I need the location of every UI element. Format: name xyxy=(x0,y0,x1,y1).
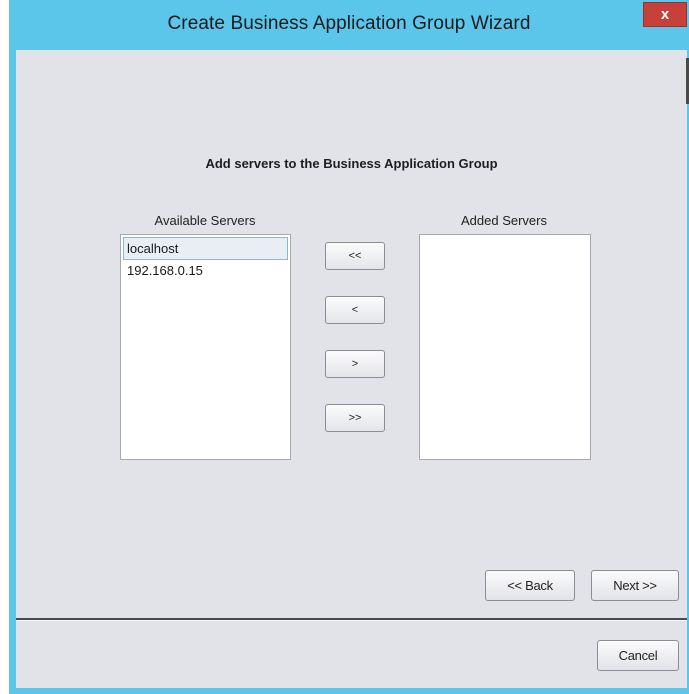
cancel-button[interactable]: Cancel xyxy=(597,640,679,671)
wizard-window: Create Business Application Group Wizard… xyxy=(9,0,689,694)
wizard-panel: Add servers to the Business Application … xyxy=(16,50,689,618)
remove-button[interactable]: < xyxy=(325,296,385,324)
title-bar: Create Business Application Group Wizard… xyxy=(9,0,689,50)
add-all-button[interactable]: >> xyxy=(325,404,385,432)
footer-divider-highlight xyxy=(16,620,687,621)
wizard-client-area: Add servers to the Business Application … xyxy=(16,50,689,688)
added-servers-label: Added Servers xyxy=(461,213,547,228)
list-item[interactable]: 192.168.0.15 xyxy=(121,260,290,284)
back-button[interactable]: << Back xyxy=(485,570,575,601)
added-servers-list[interactable] xyxy=(419,234,591,460)
available-servers-label: Available Servers xyxy=(154,213,256,228)
next-button[interactable]: Next >> xyxy=(591,570,679,601)
close-button[interactable]: x xyxy=(643,2,687,27)
remove-all-button[interactable]: << xyxy=(325,242,385,270)
list-item[interactable]: localhost xyxy=(123,237,288,260)
window-title: Create Business Application Group Wizard xyxy=(167,13,531,34)
page-heading: Add servers to the Business Application … xyxy=(205,156,498,171)
available-servers-list[interactable]: localhost 192.168.0.15 xyxy=(120,234,291,460)
add-button[interactable]: > xyxy=(325,350,385,378)
